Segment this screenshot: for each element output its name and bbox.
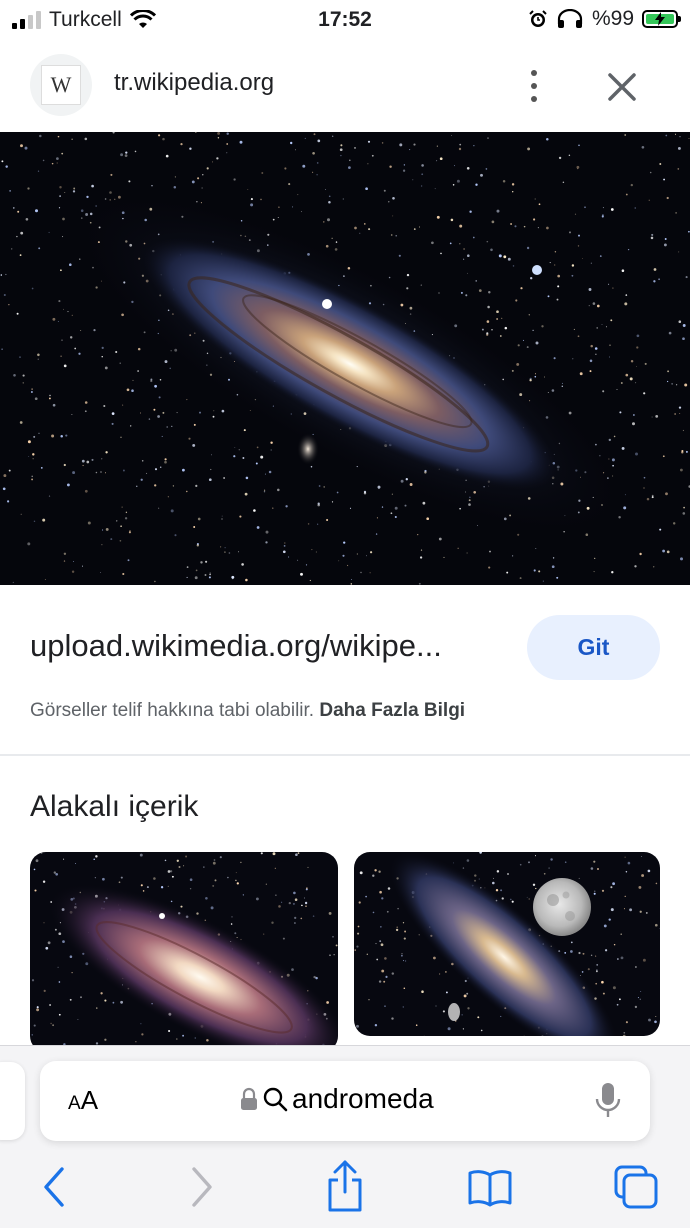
back-icon[interactable] (38, 1163, 70, 1211)
alarm-icon (528, 9, 548, 29)
tabs-icon[interactable] (612, 1163, 660, 1211)
search-query: andromeda (292, 1083, 434, 1115)
battery-percent: %99 (592, 7, 634, 31)
lock-icon (240, 1087, 258, 1111)
previous-tab-preview[interactable] (0, 1062, 25, 1140)
image-source-url[interactable]: upload.wikimedia.org/wikipe... (30, 628, 500, 664)
share-icon[interactable] (324, 1158, 366, 1214)
related-thumbnail[interactable] (354, 852, 660, 1036)
bookmarks-icon[interactable] (466, 1163, 514, 1211)
site-domain[interactable]: tr.wikipedia.org (114, 69, 274, 97)
status-bar: Turkcell 17:52 %99 (0, 0, 690, 40)
go-button[interactable]: Git (527, 615, 660, 680)
address-bar[interactable]: AA andromeda (40, 1061, 650, 1141)
site-favicon: W (30, 54, 92, 116)
related-thumbnail[interactable] (30, 852, 338, 1052)
text-size-button[interactable]: AA (68, 1085, 98, 1116)
battery-icon (642, 10, 678, 28)
mic-icon[interactable] (594, 1081, 622, 1121)
preview-image[interactable] (0, 132, 690, 585)
more-vert-icon[interactable] (520, 66, 548, 106)
browser-toolbar: AA andromeda (0, 1045, 690, 1228)
wikipedia-logo-icon: W (41, 65, 81, 105)
divider (0, 754, 690, 756)
learn-more-link[interactable]: Daha Fazla Bilgi (319, 700, 465, 721)
copyright-text: Görseller telif hakkına tabi olabilir. (30, 700, 314, 721)
close-icon[interactable] (602, 67, 642, 107)
forward-icon[interactable] (186, 1163, 218, 1211)
page-header: W tr.wikipedia.org (0, 40, 690, 132)
search-icon (262, 1086, 288, 1112)
headphones-icon (556, 9, 584, 29)
copyright-notice: Görseller telif hakkına tabi olabilir. D… (30, 700, 465, 722)
search-query-display[interactable]: andromeda (240, 1083, 434, 1115)
related-content-title: Alakalı içerik (30, 790, 198, 824)
